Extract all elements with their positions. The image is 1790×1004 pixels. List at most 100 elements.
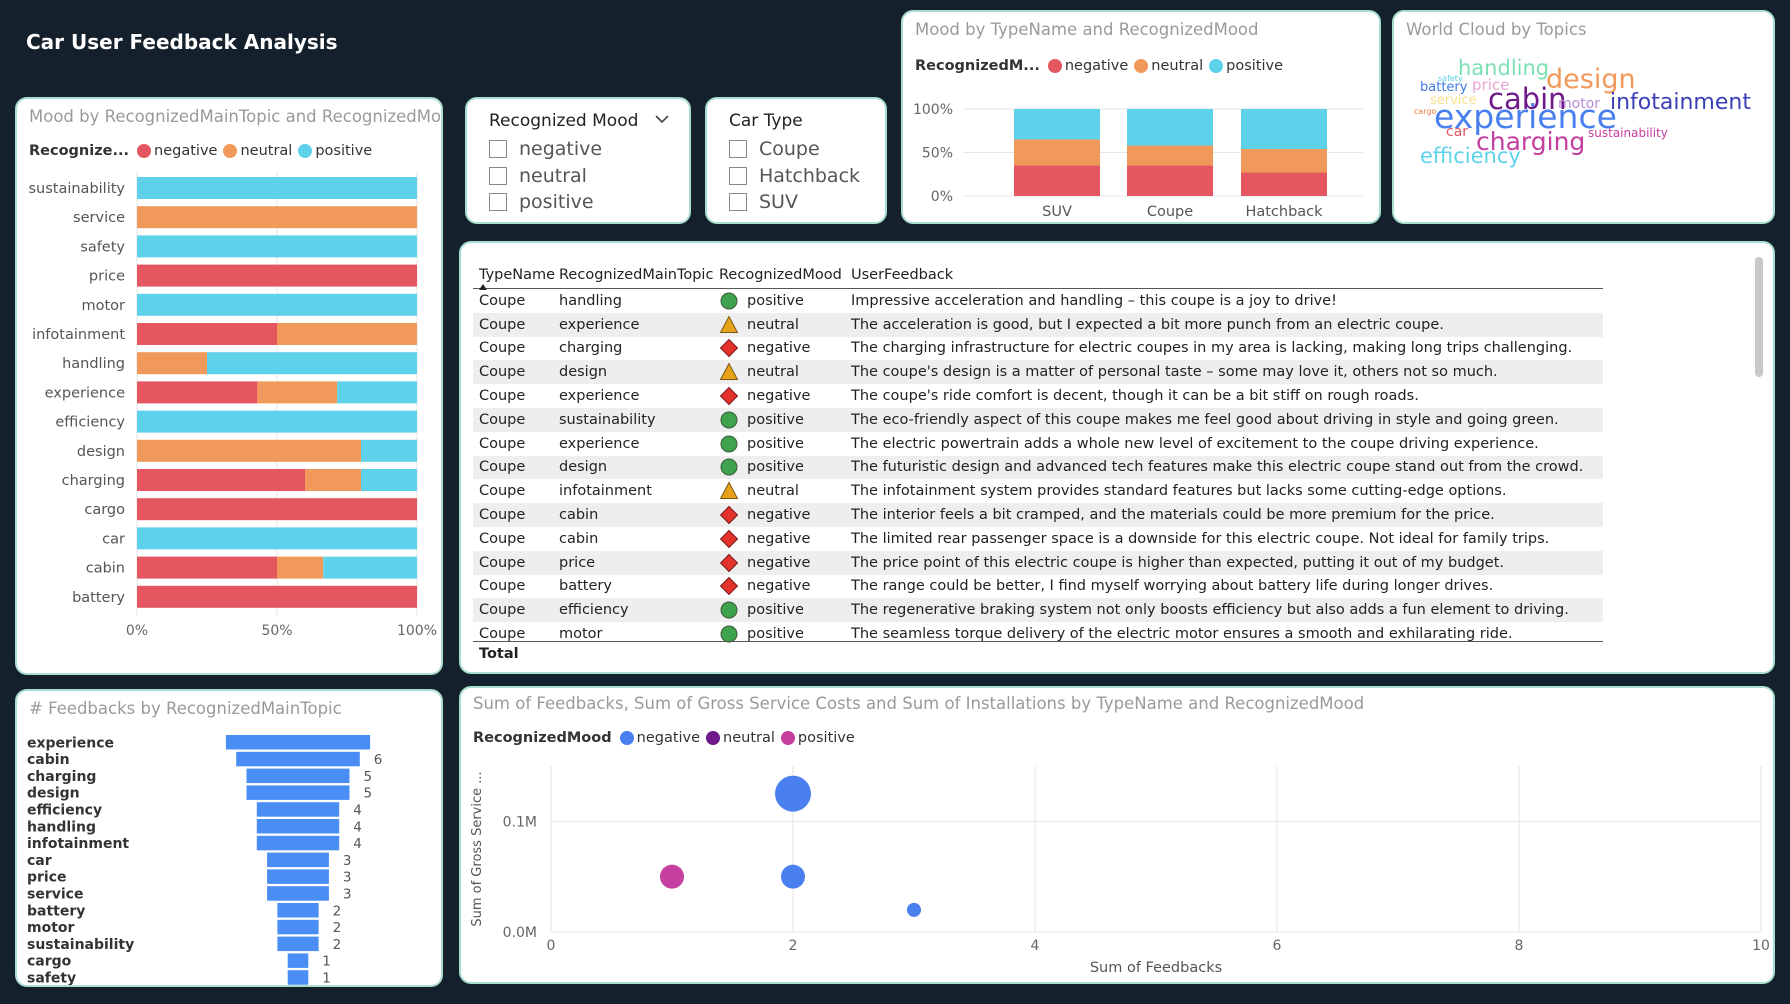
table-row[interactable]: Coupe motor positive The seamless torque de… — [473, 622, 1603, 646]
legend-positive[interactable]: positive — [780, 730, 855, 746]
bar-negative[interactable] — [137, 556, 277, 579]
column-header-mood[interactable]: RecognizedMood — [719, 267, 851, 283]
slicer-option-negative[interactable]: negative — [489, 138, 602, 160]
bubble-chart-card[interactable]: Sum of Feedbacks, Sum of Gross Service C… — [459, 686, 1775, 984]
bar-negative[interactable] — [137, 264, 417, 287]
bubble-negative[interactable] — [781, 864, 805, 889]
bar-positive[interactable] — [1241, 109, 1327, 150]
bar-neutral[interactable] — [1241, 149, 1327, 173]
sort-ascending-icon[interactable] — [479, 284, 487, 290]
slicer-option-hatchback[interactable]: Hatchback — [729, 165, 860, 187]
bar-neutral[interactable] — [137, 352, 207, 375]
bar[interactable] — [256, 802, 340, 817]
mood-by-type-card[interactable]: Mood by TypeName and RecognizedMood Reco… — [901, 10, 1381, 224]
bar-neutral[interactable] — [1014, 139, 1100, 166]
checkbox[interactable] — [729, 167, 747, 185]
bar[interactable] — [287, 970, 309, 985]
bar[interactable] — [267, 869, 329, 884]
table-row[interactable]: Coupe design positive The futuristic design… — [473, 455, 1603, 480]
table-row[interactable]: Coupe infotainment neutral The infotainment… — [473, 479, 1603, 503]
bar-negative[interactable] — [1241, 172, 1327, 196]
bar-neutral[interactable] — [257, 381, 338, 404]
bubble-chart[interactable]: 0 2 4 6 8 10 0.0M 0.1M Sum of Feedbacks Sum of Gr… — [461, 760, 1773, 980]
bar-positive[interactable] — [137, 410, 417, 433]
bar-neutral[interactable] — [305, 469, 361, 491]
bar[interactable] — [277, 919, 319, 935]
word-sustainability[interactable]: sustainability — [1588, 127, 1668, 139]
bar[interactable] — [256, 835, 340, 851]
bar-positive[interactable] — [1127, 109, 1213, 146]
bar-positive[interactable] — [137, 177, 417, 199]
bubble-positive[interactable] — [660, 864, 684, 889]
table-row[interactable]: Coupe design neutral The coupe's design is … — [473, 360, 1603, 385]
table-row[interactable]: Coupe sustainability positive The eco-frien… — [473, 407, 1603, 432]
column-header-feedback[interactable]: UserFeedback — [851, 267, 1603, 283]
bar-negative[interactable] — [1127, 165, 1213, 196]
bar-negative[interactable] — [137, 381, 258, 404]
bar[interactable] — [246, 785, 350, 800]
feedback-count-card[interactable]: # Feedbacks by RecognizedMainTopic exper… — [15, 689, 443, 987]
table-row[interactable]: Coupe handling positive Impressive accelera… — [473, 289, 1603, 313]
word-safety[interactable]: safety — [1438, 75, 1463, 83]
car-type-slicer[interactable]: Car Type Coupe Hatchback SUV — [705, 97, 887, 224]
bar-positive[interactable] — [337, 381, 417, 404]
bar-neutral[interactable] — [277, 556, 324, 579]
bubble-legend[interactable]: RecognizedMood negative neutral positive — [473, 730, 861, 746]
slicer-option-coupe[interactable]: Coupe — [729, 138, 820, 160]
table-row[interactable]: Coupe experience positive The electric powe… — [473, 432, 1603, 456]
checkbox[interactable] — [489, 167, 507, 185]
table-row[interactable]: Coupe cabin negative The interior feels a b… — [473, 503, 1603, 527]
column-header-typename[interactable]: TypeName — [473, 267, 559, 290]
table-row[interactable]: Coupe cabin negative The limited rear passe… — [473, 527, 1603, 551]
table-row[interactable]: Coupe efficiency positive The regenerative … — [473, 598, 1603, 623]
bubble-negative[interactable] — [775, 775, 811, 812]
bar[interactable] — [287, 953, 309, 968]
bar-positive[interactable] — [137, 235, 417, 258]
table-row[interactable]: Coupe battery negative The range could be b… — [473, 575, 1603, 599]
bar-positive[interactable] — [1014, 109, 1100, 140]
table-row[interactable]: Coupe charging negative The charging infras… — [473, 337, 1603, 361]
feedback-count-chart[interactable]: experiencecabin 6 charging 5 design 5 efficien… — [17, 723, 441, 985]
bar-positive[interactable] — [323, 556, 417, 579]
bar-positive[interactable] — [137, 527, 417, 550]
table-row[interactable]: Coupe experience neutral The acceleration i… — [473, 312, 1603, 337]
slicer-option-positive[interactable]: positive — [489, 191, 594, 213]
table-scrollbar[interactable] — [1755, 257, 1763, 377]
bar-neutral[interactable] — [277, 323, 417, 345]
checkbox[interactable] — [489, 140, 507, 158]
bar[interactable] — [236, 751, 360, 767]
checkbox[interactable] — [729, 140, 747, 158]
bar[interactable] — [267, 886, 329, 901]
bubble-negative[interactable] — [907, 902, 921, 917]
bar-negative[interactable] — [1014, 165, 1100, 196]
mood-by-topic-card[interactable]: Mood by RecognizedMainTopic and Recogniz… — [15, 97, 443, 675]
bar-negative[interactable] — [137, 323, 277, 345]
word-car[interactable]: car — [1446, 125, 1468, 139]
word-efficiency[interactable]: efficiency — [1420, 146, 1521, 167]
bar[interactable] — [246, 768, 350, 784]
bar[interactable] — [277, 936, 319, 952]
slicer-option-neutral[interactable]: neutral — [489, 165, 587, 187]
bar-negative[interactable] — [137, 585, 417, 608]
recognized-mood-slicer[interactable]: Recognized Mood negative neutral positiv… — [465, 97, 691, 224]
bar[interactable] — [256, 819, 340, 834]
bar[interactable] — [225, 735, 371, 750]
mood-by-topic-chart[interactable]: 0% 50% 100% sustainability service safety pric… — [17, 153, 441, 673]
feedback-table-card[interactable]: TypeName RecognizedMainTopic RecognizedM… — [459, 241, 1775, 674]
bar-neutral[interactable] — [1127, 145, 1213, 166]
table-row[interactable]: Coupe experience negative The coupe's ride … — [473, 384, 1603, 408]
table-row[interactable]: Coupe price negative The price point of thi… — [473, 550, 1603, 575]
word-infotainment[interactable]: infotainment — [1610, 92, 1751, 114]
chevron-down-icon[interactable] — [655, 115, 669, 125]
bar-positive[interactable] — [137, 293, 417, 316]
feedback-table[interactable]: TypeName RecognizedMainTopic RecognizedM… — [473, 253, 1603, 646]
bar-positive[interactable] — [207, 352, 417, 375]
legend-neutral[interactable]: neutral — [706, 730, 775, 746]
bar-positive[interactable] — [361, 469, 417, 491]
bar[interactable] — [277, 903, 319, 918]
bar-negative[interactable] — [137, 498, 417, 521]
column-header-topic[interactable]: RecognizedMainTopic — [559, 267, 719, 283]
mood-by-type-chart[interactable]: 100% 50% 0% SUV Coupe Hatchback — [903, 72, 1379, 222]
checkbox[interactable] — [729, 193, 747, 211]
bar[interactable] — [267, 852, 329, 868]
